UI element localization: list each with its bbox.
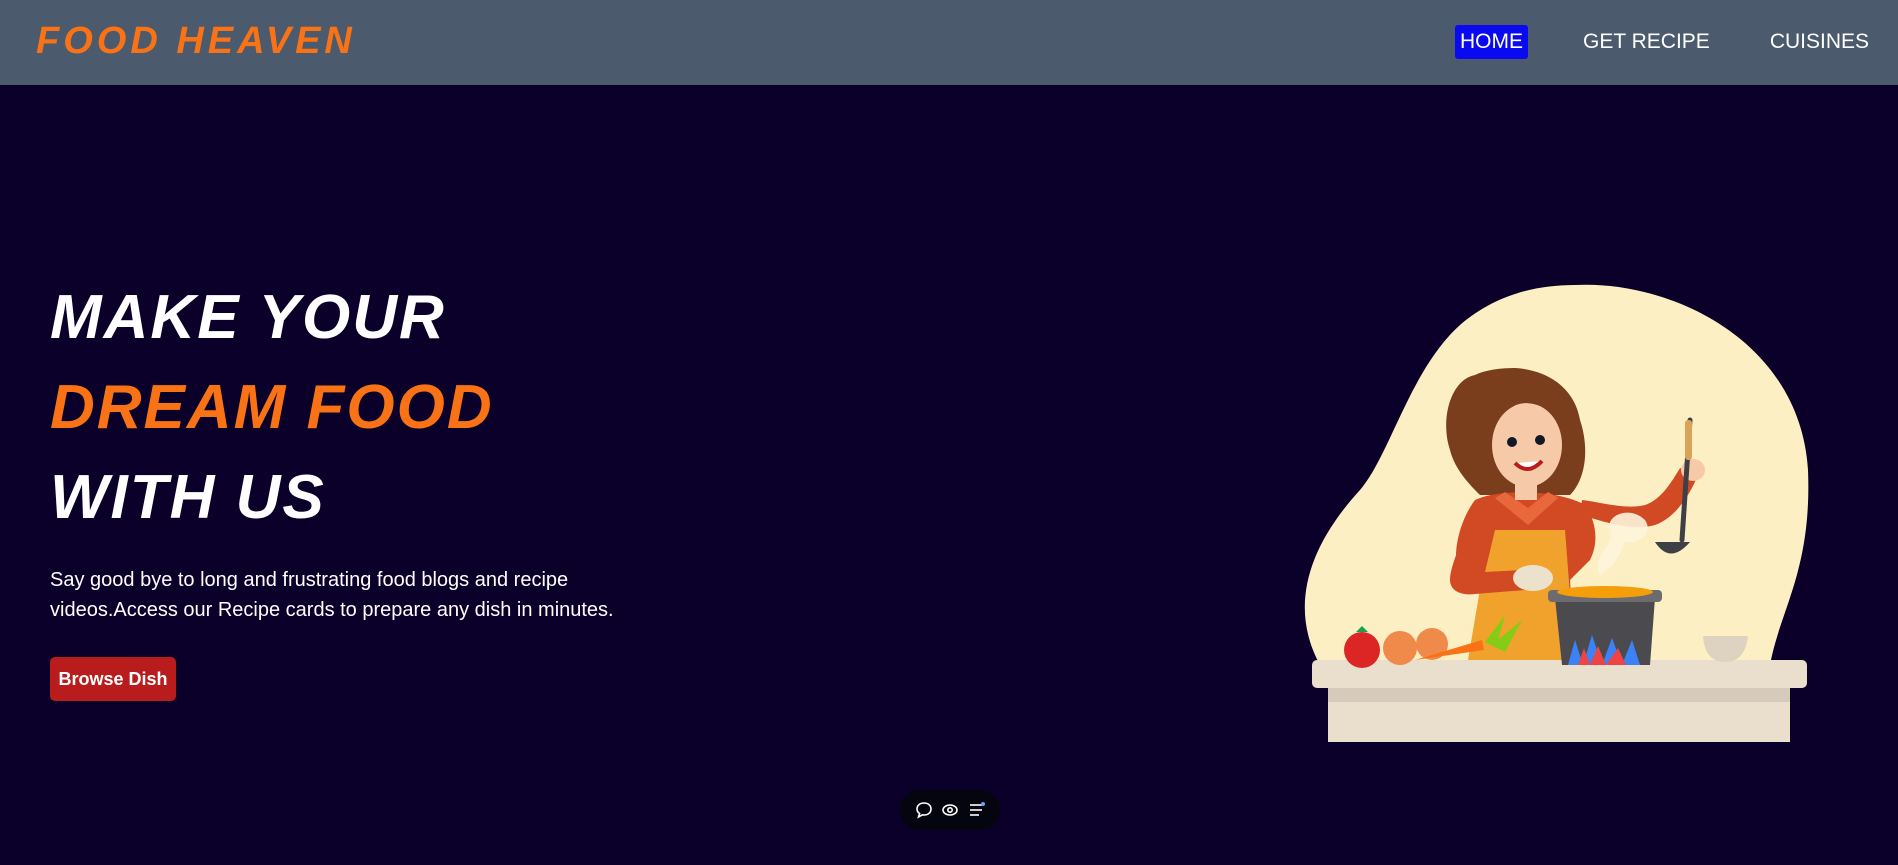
headline-line-1: MAKE YOUR [50,283,446,352]
pot-food [1557,586,1653,598]
floating-toolbar [900,790,1000,830]
headline-line-3: WITH US [50,463,326,532]
ladle-grip [1685,420,1692,460]
brand-logo[interactable]: FOOD HEAVEN [36,20,356,63]
pot [1555,598,1655,665]
eye-right [1535,435,1545,445]
onion-1 [1383,631,1417,665]
eye-icon[interactable] [939,799,961,821]
tomato [1344,632,1380,668]
hero-tagline: Say good bye to long and frustrating foo… [50,569,614,621]
top-navbar: FOOD HEAVEN HOME GET RECIPE CUISINES [0,0,1898,85]
comment-icon[interactable] [913,799,935,821]
counter-base [1328,702,1790,742]
hero-section: MAKE YOUR DREAM FOOD WITH US Say good by… [0,85,1898,865]
eye-left [1507,437,1517,447]
nav-item-cuisines[interactable]: CUISINES [1765,25,1874,59]
headline-line-2: DREAM FOOD [50,373,494,442]
nav-item-home[interactable]: HOME [1455,25,1528,59]
nav-links: HOME GET RECIPE CUISINES [1455,25,1874,59]
browse-dish-button[interactable]: Browse Dish [50,657,176,701]
woman-cooking-illustration [1300,280,1830,750]
nav-item-get-recipe[interactable]: GET RECIPE [1578,25,1715,59]
bowl [1513,565,1553,591]
counter-lip [1328,688,1790,702]
cooking-illustration-svg [1304,284,1809,742]
face [1492,403,1562,487]
counter-top [1312,660,1807,688]
hero-headline: MAKE YOUR DREAM FOOD WITH US [50,273,494,543]
menu-list-icon[interactable] [966,799,988,821]
